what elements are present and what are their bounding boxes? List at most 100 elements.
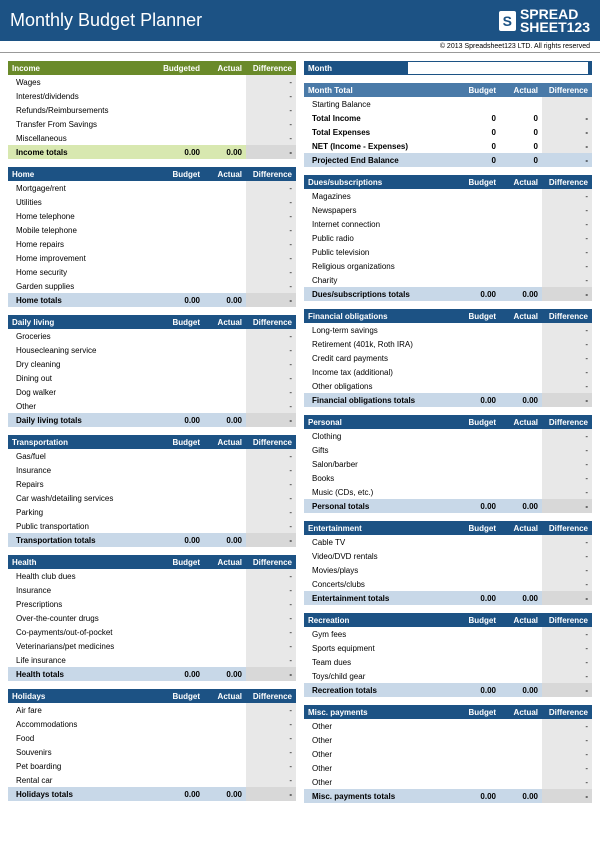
cell-budget[interactable] [162, 731, 204, 745]
cell-actual[interactable] [204, 209, 246, 223]
cell-actual[interactable] [500, 351, 542, 365]
cell-actual[interactable] [500, 471, 542, 485]
cell-budget[interactable] [162, 569, 204, 583]
cell-actual[interactable] [204, 385, 246, 399]
cell-actual[interactable] [500, 203, 542, 217]
cell-actual[interactable] [204, 449, 246, 463]
cell-actual[interactable] [500, 761, 542, 775]
cell-actual[interactable] [204, 717, 246, 731]
cell-actual[interactable] [204, 237, 246, 251]
cell-budget[interactable] [159, 117, 204, 131]
cell-actual[interactable] [500, 563, 542, 577]
cell-budget[interactable] [162, 583, 204, 597]
cell-actual[interactable] [204, 611, 246, 625]
cell-budget[interactable] [162, 597, 204, 611]
cell-budget[interactable] [162, 357, 204, 371]
cell-budget[interactable] [458, 563, 500, 577]
cell-budget[interactable] [458, 627, 500, 641]
cell-actual[interactable] [204, 597, 246, 611]
cell-actual[interactable] [204, 463, 246, 477]
cell-actual[interactable] [204, 251, 246, 265]
cell-budget[interactable] [159, 89, 204, 103]
cell-budget[interactable] [458, 351, 500, 365]
cell-budget[interactable] [162, 773, 204, 787]
cell-actual[interactable] [204, 117, 246, 131]
cell-budget[interactable] [458, 485, 500, 499]
cell-actual[interactable] [204, 181, 246, 195]
cell-actual[interactable] [500, 189, 542, 203]
cell-budget[interactable] [162, 653, 204, 667]
cell-budget[interactable] [162, 759, 204, 773]
cell-budget[interactable] [458, 549, 500, 563]
cell-actual[interactable] [500, 627, 542, 641]
cell-actual[interactable] [204, 477, 246, 491]
cell-budget[interactable] [162, 251, 204, 265]
cell-budget[interactable] [458, 733, 500, 747]
cell-budget[interactable] [162, 181, 204, 195]
cell-actual[interactable] [204, 759, 246, 773]
cell-actual[interactable] [204, 89, 246, 103]
cell-budget[interactable] [458, 669, 500, 683]
cell-actual[interactable] [204, 519, 246, 533]
summary-budget[interactable] [458, 97, 500, 111]
cell-actual[interactable] [500, 641, 542, 655]
cell-budget[interactable] [458, 203, 500, 217]
cell-actual[interactable] [204, 505, 246, 519]
cell-budget[interactable] [159, 131, 204, 145]
cell-budget[interactable] [159, 75, 204, 89]
cell-actual[interactable] [204, 75, 246, 89]
cell-actual[interactable] [204, 583, 246, 597]
cell-budget[interactable] [458, 443, 500, 457]
cell-budget[interactable] [159, 103, 204, 117]
cell-budget[interactable] [162, 195, 204, 209]
cell-actual[interactable] [500, 217, 542, 231]
cell-budget[interactable] [458, 761, 500, 775]
cell-actual[interactable] [500, 577, 542, 591]
cell-budget[interactable] [458, 457, 500, 471]
cell-actual[interactable] [204, 639, 246, 653]
cell-actual[interactable] [500, 443, 542, 457]
cell-actual[interactable] [204, 399, 246, 413]
cell-actual[interactable] [500, 719, 542, 733]
cell-budget[interactable] [162, 449, 204, 463]
cell-budget[interactable] [458, 471, 500, 485]
cell-budget[interactable] [162, 611, 204, 625]
cell-actual[interactable] [500, 485, 542, 499]
cell-budget[interactable] [162, 399, 204, 413]
cell-actual[interactable] [204, 371, 246, 385]
summary-actual[interactable] [500, 97, 542, 111]
cell-actual[interactable] [500, 457, 542, 471]
cell-actual[interactable] [204, 357, 246, 371]
cell-actual[interactable] [500, 775, 542, 789]
cell-budget[interactable] [458, 379, 500, 393]
cell-budget[interactable] [458, 747, 500, 761]
cell-budget[interactable] [162, 343, 204, 357]
cell-actual[interactable] [500, 669, 542, 683]
cell-budget[interactable] [458, 429, 500, 443]
cell-actual[interactable] [500, 245, 542, 259]
cell-budget[interactable] [458, 337, 500, 351]
cell-budget[interactable] [458, 245, 500, 259]
cell-budget[interactable] [458, 719, 500, 733]
cell-budget[interactable] [162, 209, 204, 223]
cell-budget[interactable] [162, 385, 204, 399]
cell-actual[interactable] [500, 549, 542, 563]
cell-budget[interactable] [162, 519, 204, 533]
cell-budget[interactable] [162, 463, 204, 477]
cell-budget[interactable] [162, 371, 204, 385]
cell-budget[interactable] [458, 641, 500, 655]
cell-actual[interactable] [204, 131, 246, 145]
cell-budget[interactable] [458, 365, 500, 379]
cell-budget[interactable] [458, 577, 500, 591]
cell-actual[interactable] [500, 365, 542, 379]
cell-actual[interactable] [204, 343, 246, 357]
cell-actual[interactable] [500, 535, 542, 549]
cell-actual[interactable] [204, 279, 246, 293]
cell-actual[interactable] [500, 747, 542, 761]
cell-budget[interactable] [162, 329, 204, 343]
cell-actual[interactable] [204, 265, 246, 279]
cell-actual[interactable] [500, 337, 542, 351]
cell-actual[interactable] [204, 773, 246, 787]
cell-budget[interactable] [162, 745, 204, 759]
cell-budget[interactable] [458, 655, 500, 669]
